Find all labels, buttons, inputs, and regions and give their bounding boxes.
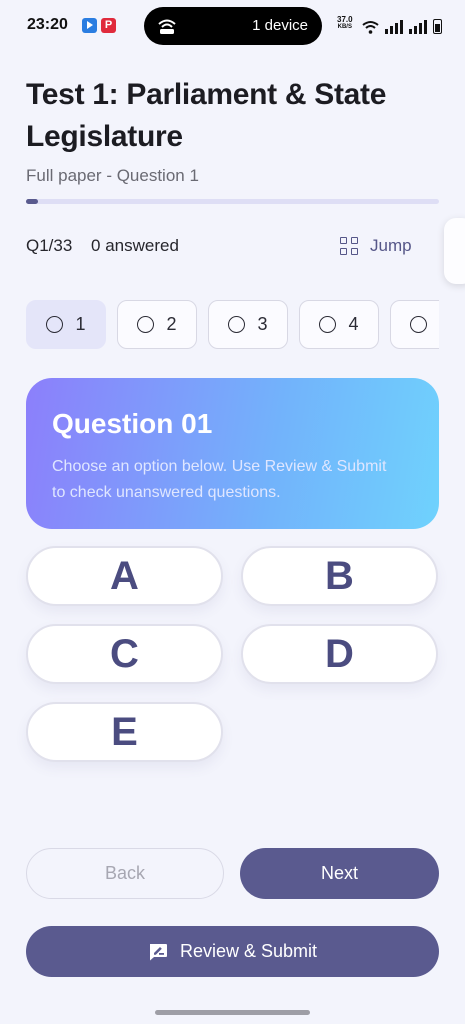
back-button[interactable]: Back (26, 848, 224, 899)
status-icons (362, 16, 442, 34)
progress-bar (26, 199, 439, 204)
jump-button[interactable]: Jump (340, 233, 412, 259)
option-e-button[interactable]: E (26, 702, 223, 762)
radio-icon (137, 316, 155, 333)
status-bar: 23:20 P 1 device 37.0 KB/S (0, 0, 465, 52)
island-text: 1 device (252, 17, 308, 34)
question-chip-label: 3 (257, 314, 268, 334)
question-chip-strip[interactable]: 1 2 3 4 5 (26, 300, 439, 350)
wifi-icon (362, 21, 379, 34)
radio-icon (46, 316, 64, 333)
battery-icon (433, 19, 442, 34)
network-speed: 37.0 KB/S (337, 16, 353, 31)
grid-icon (340, 237, 358, 255)
network-speed-value: 37.0 (337, 15, 353, 24)
page-subtitle: Full paper - Question 1 (26, 166, 199, 185)
question-meta: Q1/33 0 answered (26, 236, 179, 256)
option-a-button[interactable]: A (26, 546, 223, 606)
question-chip-4[interactable]: 4 (299, 300, 379, 349)
option-b-button[interactable]: B (241, 546, 438, 606)
video-player-icon (82, 18, 97, 33)
hotspot-icon (158, 19, 176, 34)
dynamic-island[interactable]: 1 device (144, 7, 322, 45)
next-button[interactable]: Next (240, 848, 439, 899)
pinterest-icon: P (101, 18, 116, 33)
question-chip-label: 4 (348, 314, 359, 334)
radio-icon (228, 316, 246, 333)
option-d-button[interactable]: D (241, 624, 438, 684)
edge-panel-handle[interactable] (444, 218, 465, 284)
option-c-button[interactable]: C (26, 624, 223, 684)
jump-label: Jump (370, 236, 412, 255)
signal-1-icon (385, 20, 403, 34)
question-title: Question 01 (52, 408, 213, 439)
radio-icon (319, 316, 337, 333)
question-chip-2[interactable]: 2 (117, 300, 197, 349)
review-submit-button[interactable]: Review & Submit (26, 926, 439, 977)
question-chip-3[interactable]: 3 (208, 300, 288, 349)
question-chip-label: 2 (166, 314, 177, 334)
question-hint: Choose an option below. Use Review & Sub… (52, 458, 387, 501)
page-title: Test 1: Parliament & State Legislature (26, 78, 387, 153)
question-card: Question 01 Choose an option below. Use … (26, 378, 439, 529)
question-position: Q1/33 (26, 236, 73, 255)
review-submit-label: Review & Submit (179, 941, 318, 961)
home-indicator[interactable] (155, 1010, 310, 1015)
rate-review-icon (149, 943, 167, 960)
question-chip-5[interactable]: 5 (390, 300, 439, 349)
radio-icon (410, 316, 428, 333)
question-chip-label: 1 (75, 314, 86, 334)
status-time: 23:20 (27, 16, 68, 33)
signal-2-icon (409, 20, 427, 34)
answered-count: 0 answered (91, 236, 179, 255)
question-chip-1[interactable]: 1 (26, 300, 106, 349)
network-speed-unit: KB/S (337, 24, 352, 30)
progress-fill (26, 199, 39, 204)
